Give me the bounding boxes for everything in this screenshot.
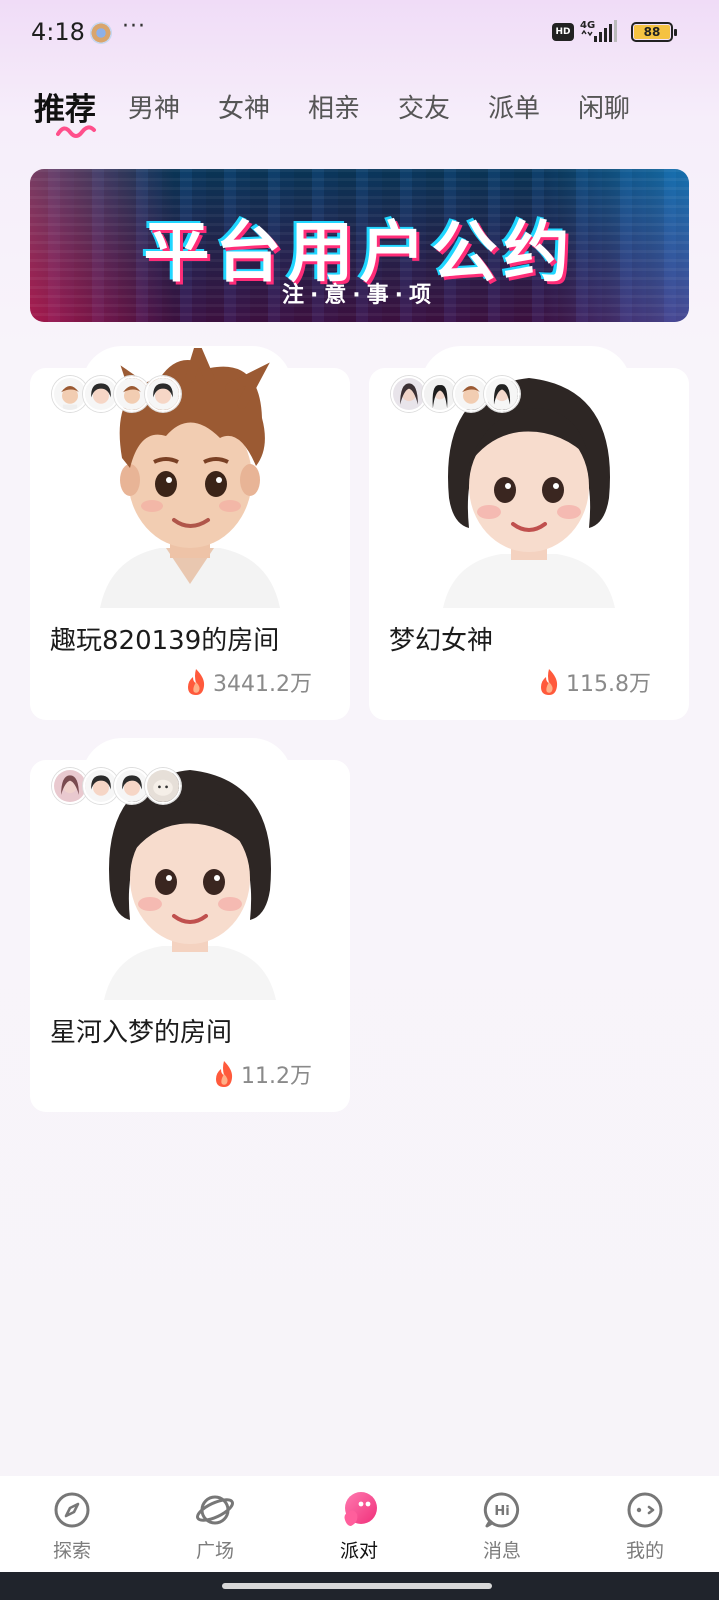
room-title: 星河入梦的房间 <box>50 1018 233 1048</box>
hd-voice-icon: HD <box>552 23 574 41</box>
network-type-label: 4G <box>580 20 595 31</box>
tab-recommend[interactable]: 推荐 <box>34 84 96 129</box>
tab-make-friends[interactable]: 交友 <box>398 88 450 125</box>
tab-dispatch[interactable]: 派单 <box>488 88 540 125</box>
battery-level: 88 <box>634 25 670 39</box>
face-icon <box>627 1492 663 1528</box>
svg-text:Hi: Hi <box>494 1504 509 1519</box>
nav-me[interactable]: 我的 <box>595 1490 695 1563</box>
nav-label: 消息 <box>482 1540 521 1562</box>
planet-icon <box>196 1495 234 1525</box>
tab-blind-date[interactable]: 相亲 <box>308 88 360 125</box>
nav-label: 广场 <box>195 1540 234 1562</box>
signal-icon: 4G <box>580 20 617 42</box>
member-avatar <box>145 376 181 412</box>
hi-bubble-icon: Hi <box>483 1492 520 1528</box>
home-indicator[interactable] <box>222 1583 492 1589</box>
tab-chat[interactable]: 闲聊 <box>578 88 630 125</box>
fire-icon <box>216 1061 233 1087</box>
battery-icon: 88 <box>631 22 677 42</box>
member-avatar <box>145 768 181 804</box>
party-icon <box>344 1492 377 1526</box>
member-avatars <box>391 376 520 412</box>
compass-icon <box>54 1492 90 1528</box>
platform-convention-banner[interactable]: 平台用户公约 注·意·事·项 <box>30 169 689 322</box>
nav-label: 派对 <box>339 1540 378 1562</box>
nav-explore[interactable]: 探索 <box>22 1490 122 1563</box>
status-time: 4:18 <box>31 18 85 46</box>
room-card[interactable]: 梦幻女神 115.8万 <box>369 346 689 720</box>
room-heat: 11.2万 <box>213 1058 312 1090</box>
room-heat: 115.8万 <box>538 666 651 698</box>
tab-goddess[interactable]: 女神 <box>218 88 270 125</box>
banner-subtitle: 注·意·事·项 <box>281 283 438 308</box>
room-card[interactable]: 趣玩820139的房间 3441.2万 <box>30 346 350 720</box>
room-heat-value: 11.2万 <box>241 1064 312 1089</box>
room-heat-value: 3441.2万 <box>213 672 312 697</box>
status-bar: 4:18 ··· HD 4G 88 <box>0 0 719 64</box>
tab-male-god[interactable]: 男神 <box>128 88 180 125</box>
more-notifications-icon: ··· <box>122 14 146 39</box>
member-avatar <box>484 376 520 412</box>
category-tabs: 推荐 男神 女神 相亲 交友 派单 闲聊 <box>34 88 694 138</box>
room-title: 趣玩820139的房间 <box>50 626 280 656</box>
nav-label: 我的 <box>625 1540 664 1562</box>
room-heat-value: 115.8万 <box>566 672 651 697</box>
room-card[interactable]: 星河入梦的房间 11.2万 <box>30 738 350 1112</box>
member-avatars <box>52 376 181 412</box>
notification-app-icon <box>90 22 112 44</box>
room-title: 梦幻女神 <box>389 626 494 656</box>
nav-messages[interactable]: Hi 消息 <box>452 1490 552 1563</box>
fire-icon <box>188 669 205 695</box>
system-navigation-bar <box>0 1572 719 1600</box>
member-avatars <box>52 768 181 804</box>
nav-plaza[interactable]: 广场 <box>165 1490 265 1563</box>
fire-icon <box>541 669 558 695</box>
nav-party[interactable]: 派对 <box>309 1490 409 1563</box>
room-heat: 3441.2万 <box>185 666 312 698</box>
bottom-navigation: 探索 广场 派对 Hi 消息 我的 <box>0 1476 719 1572</box>
nav-label: 探索 <box>52 1540 91 1562</box>
